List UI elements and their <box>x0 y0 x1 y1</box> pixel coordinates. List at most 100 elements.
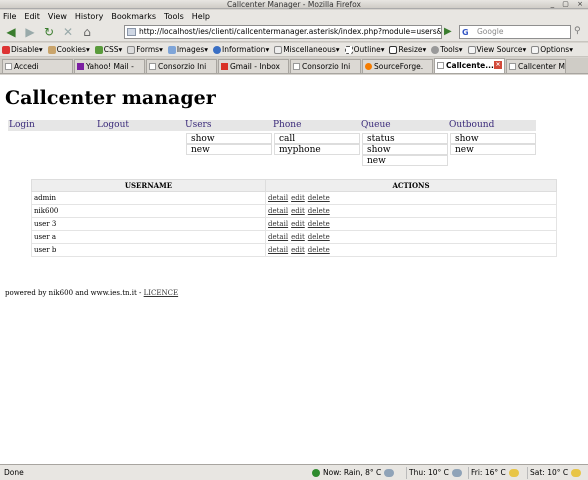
tab-favicon-icon <box>437 62 444 69</box>
toolbar-cookies[interactable]: Cookies ▾ <box>47 45 90 54</box>
toolbar-options[interactable]: Options ▾ <box>531 45 573 54</box>
weather-now[interactable]: Now: Rain, 8° C <box>310 467 395 479</box>
menu-file[interactable]: File <box>3 12 16 21</box>
delete-link[interactable]: delete <box>308 207 330 215</box>
detail-link[interactable]: detail <box>268 246 288 254</box>
cloud-icon <box>451 469 462 477</box>
queue-new-link[interactable]: new <box>362 155 448 166</box>
nav-col-logout: Logout <box>96 120 184 131</box>
tab-consorzio-2[interactable]: Consorzio Ini <box>290 59 361 73</box>
menu-edit[interactable]: Edit <box>24 12 40 21</box>
login-link[interactable]: Login <box>8 120 96 131</box>
menu-view[interactable]: View <box>48 12 67 21</box>
page-title: Callcenter manager <box>5 87 216 109</box>
delete-link[interactable]: delete <box>308 220 330 228</box>
toolbar-view-source[interactable]: View Source ▾ <box>467 45 526 54</box>
detail-link[interactable]: detail <box>268 207 288 215</box>
actions-cell: detail edit delete <box>265 243 557 257</box>
tab-callcenter-manager[interactable]: Callcenter M <box>506 59 566 73</box>
view-source-icon <box>467 45 476 54</box>
outbound-new-link[interactable]: new <box>450 144 536 155</box>
tab-accedi[interactable]: Accedi <box>2 59 73 73</box>
weather-fri[interactable]: Fri: 16° C <box>468 467 519 479</box>
tab-consorzio-1[interactable]: Consorzio Ini <box>146 59 217 73</box>
forward-button[interactable]: ▶ <box>22 24 38 40</box>
disable-icon <box>2 45 10 54</box>
table-row: user a detail edit delete <box>31 230 557 244</box>
detail-link[interactable]: detail <box>268 233 288 241</box>
css-icon <box>94 45 103 54</box>
tab-favicon-icon <box>293 63 300 70</box>
menu-help[interactable]: Help <box>192 12 210 21</box>
edit-link[interactable]: edit <box>291 220 305 228</box>
menu-history[interactable]: History <box>75 12 103 21</box>
search-go-icon[interactable]: ⚲ <box>574 26 581 36</box>
actions-header: ACTIONS <box>265 179 557 192</box>
go-button[interactable]: ▶ <box>444 26 452 37</box>
weather-thu[interactable]: Thu: 10° C <box>406 467 462 479</box>
table-row: admin detail edit delete <box>31 191 557 205</box>
toolbar-tools[interactable]: Tools ▾ <box>431 45 463 54</box>
delete-link[interactable]: delete <box>308 194 330 202</box>
delete-link[interactable]: delete <box>308 246 330 254</box>
home-icon: ⌂ <box>83 24 91 39</box>
toolbar-disable[interactable]: Disable ▾ <box>2 45 43 54</box>
queue-status-link[interactable]: status <box>362 133 448 144</box>
sun-cloud-icon <box>571 469 582 477</box>
page-footer: powered by nik600 and www.ies.tn.it - LI… <box>5 289 178 297</box>
edit-link[interactable]: edit <box>291 194 305 202</box>
menu-tools[interactable]: Tools <box>164 12 184 21</box>
phone-call-link[interactable]: call <box>274 133 360 144</box>
rain-cloud-icon <box>384 469 395 477</box>
detail-link[interactable]: detail <box>268 194 288 202</box>
toolbar-outline[interactable]: Outline ▾ <box>344 45 384 54</box>
search-input[interactable]: G Google <box>459 25 571 39</box>
tab-gmail[interactable]: Gmail - Inbox <box>218 59 289 73</box>
stop-button[interactable]: ✕ <box>60 24 76 40</box>
detail-link[interactable]: detail <box>268 220 288 228</box>
queue-heading: Queue <box>360 120 448 131</box>
edit-link[interactable]: edit <box>291 233 305 241</box>
url-field[interactable]: http://localhost/ies/clienti/callcenterm… <box>124 25 442 39</box>
menu-bookmarks[interactable]: Bookmarks <box>111 12 156 21</box>
close-tab-icon[interactable]: × <box>494 61 502 69</box>
toolbar-miscellaneous[interactable]: Miscellaneous ▾ <box>274 45 340 54</box>
stop-icon: ✕ <box>62 24 74 39</box>
google-icon: G <box>462 28 469 37</box>
table-header-row: USERNAME ACTIONS <box>31 179 557 192</box>
table-row: nik600 detail edit delete <box>31 204 557 218</box>
tab-callcenter-active[interactable]: Callcente... × <box>434 58 505 73</box>
licence-link[interactable]: LICENCE <box>144 289 178 297</box>
outbound-show-link[interactable]: show <box>450 133 536 144</box>
search-placeholder: Google <box>477 27 504 36</box>
nav-col-outbound: Outbound show new <box>448 120 536 155</box>
toolbar-images[interactable]: Images ▾ <box>167 45 208 54</box>
weather-sat[interactable]: Sat: 10° C <box>527 467 582 479</box>
gmail-icon <box>221 63 228 70</box>
users-show-link[interactable]: show <box>186 133 272 144</box>
logout-link[interactable]: Logout <box>96 120 184 131</box>
home-button[interactable]: ⌂ <box>79 24 95 40</box>
window-controls[interactable]: _ ▢ × <box>551 0 586 9</box>
username-cell: user a <box>31 230 266 244</box>
edit-link[interactable]: edit <box>291 246 305 254</box>
information-icon <box>213 45 222 54</box>
miscellaneous-icon <box>274 45 283 54</box>
queue-show-link[interactable]: show <box>362 144 448 155</box>
toolbar-css[interactable]: CSS ▾ <box>94 45 122 54</box>
delete-link[interactable]: delete <box>308 233 330 241</box>
phone-myphone-link[interactable]: myphone <box>274 144 360 155</box>
toolbar-forms[interactable]: Forms ▾ <box>127 45 163 54</box>
edit-link[interactable]: edit <box>291 207 305 215</box>
users-new-link[interactable]: new <box>186 144 272 155</box>
reload-button[interactable]: ↻ <box>41 24 57 40</box>
images-icon <box>167 45 176 54</box>
tab-sourceforge[interactable]: SourceForge. <box>362 59 433 73</box>
page-favicon-icon <box>127 28 136 36</box>
forward-arrow-icon: ▶ <box>25 24 35 39</box>
back-button[interactable]: ◀ <box>3 24 19 40</box>
toolbar-resize[interactable]: Resize ▾ <box>389 45 426 54</box>
toolbar-information[interactable]: Information ▾ <box>213 45 269 54</box>
username-cell: admin <box>31 191 266 205</box>
tab-yahoo-mail[interactable]: Yahoo! Mail - <box>74 59 145 73</box>
